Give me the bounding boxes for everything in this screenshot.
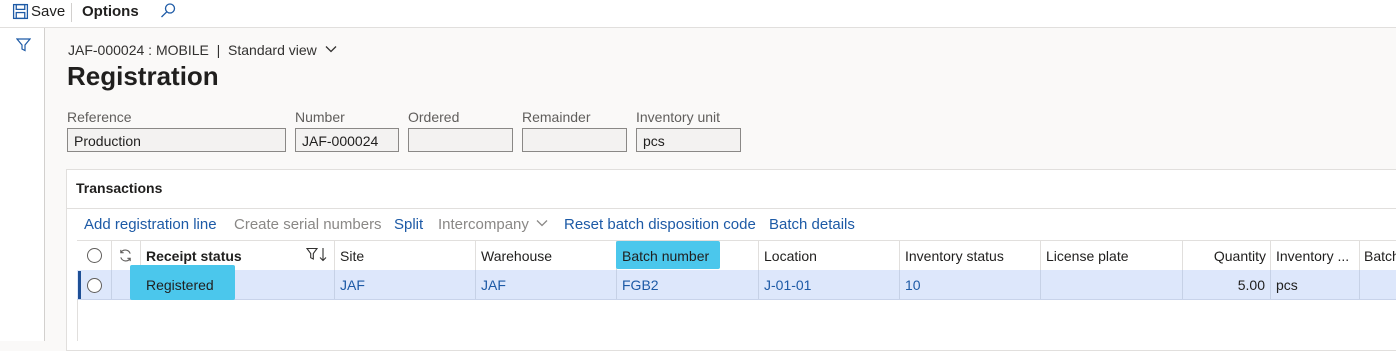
column-header-warehouse[interactable]: Warehouse	[481, 248, 552, 264]
select-all-checkbox[interactable]	[87, 248, 102, 263]
reset-batch-disposition-button[interactable]: Reset batch disposition code	[564, 216, 756, 233]
reference-field[interactable]: Production	[67, 128, 286, 152]
cell-divider	[1359, 270, 1360, 299]
column-header-inventory-unit[interactable]: Inventory ...	[1276, 248, 1349, 264]
ordered-label: Ordered	[408, 109, 460, 125]
intercompany-label: Intercompany	[438, 216, 529, 233]
number-label: Number	[295, 109, 345, 125]
remainder-label: Remainder	[522, 109, 591, 125]
column-header-site[interactable]: Site	[340, 248, 364, 264]
options-button[interactable]: Options	[82, 0, 139, 22]
site-cell[interactable]: JAF	[340, 277, 365, 293]
filter-icon[interactable]	[15, 38, 32, 57]
intercompany-menu[interactable]: Intercompany	[438, 216, 548, 233]
column-header-inventory-status[interactable]: Inventory status	[905, 248, 1004, 264]
breadcrumb-text: JAF-000024 : MOBILE | Standard view	[68, 42, 317, 58]
chevron-down-icon	[536, 220, 548, 227]
column-header-quantity[interactable]: Quantity	[1188, 248, 1266, 264]
cell-divider	[758, 270, 759, 299]
cell-divider	[1040, 270, 1041, 299]
column-divider	[1270, 241, 1271, 270]
quantity-cell[interactable]: 5.00	[1188, 277, 1265, 293]
save-icon	[12, 3, 29, 19]
create-serial-numbers-button[interactable]: Create serial numbers	[234, 216, 382, 233]
row-selected-indicator	[78, 271, 81, 299]
column-header-batch[interactable]: Batch	[1364, 248, 1396, 264]
row-select-checkbox[interactable]	[87, 278, 102, 293]
toolbar-divider	[71, 3, 72, 22]
search-icon[interactable]	[159, 2, 177, 25]
column-divider	[1359, 241, 1360, 270]
inventory-unit-label: Inventory unit	[636, 109, 721, 125]
panel-divider	[67, 208, 1396, 209]
remainder-field[interactable]	[522, 128, 627, 152]
batch-details-button[interactable]: Batch details	[769, 216, 855, 233]
chevron-down-icon	[325, 46, 337, 53]
column-divider	[1182, 241, 1183, 270]
batch-number-cell[interactable]: FGB2	[622, 277, 659, 293]
column-header-batch-number[interactable]: Batch number	[622, 248, 709, 264]
column-divider	[334, 241, 335, 270]
breadcrumb[interactable]: JAF-000024 : MOBILE | Standard view	[68, 42, 337, 58]
column-header-receipt-status[interactable]: Receipt status	[146, 248, 242, 264]
save-button[interactable]: Save	[12, 0, 65, 22]
receipt-status-cell[interactable]: Registered	[146, 277, 214, 293]
reference-label: Reference	[67, 109, 132, 125]
column-divider	[475, 241, 476, 270]
split-button[interactable]: Split	[394, 216, 423, 233]
cell-divider	[111, 270, 112, 299]
inventory-unit-field[interactable]: pcs	[636, 128, 741, 152]
column-divider	[758, 241, 759, 270]
inventory-unit-cell[interactable]: pcs	[1276, 277, 1298, 293]
column-header-license-plate[interactable]: License plate	[1046, 248, 1129, 264]
column-header-location[interactable]: Location	[764, 248, 817, 264]
ordered-field[interactable]	[408, 128, 513, 152]
column-divider	[1040, 241, 1041, 270]
inventory-status-cell[interactable]: 10	[905, 277, 921, 293]
filter-sort-icon[interactable]	[305, 247, 328, 267]
cell-divider	[334, 270, 335, 299]
filter-rail	[0, 28, 45, 341]
top-toolbar	[0, 0, 1396, 28]
location-cell[interactable]: J-01-01	[764, 277, 811, 293]
column-divider	[111, 241, 112, 270]
save-label: Save	[31, 2, 66, 20]
column-divider	[899, 241, 900, 270]
number-field[interactable]: JAF-000024	[295, 128, 399, 152]
transactions-title: Transactions	[76, 180, 163, 196]
cell-divider	[475, 270, 476, 299]
page-title: Registration	[67, 61, 219, 91]
add-registration-line-button[interactable]: Add registration line	[84, 216, 217, 233]
warehouse-cell[interactable]: JAF	[481, 277, 506, 293]
cell-divider	[899, 270, 900, 299]
cell-divider	[1182, 270, 1183, 299]
cell-divider	[1270, 270, 1271, 299]
cell-divider	[616, 270, 617, 299]
